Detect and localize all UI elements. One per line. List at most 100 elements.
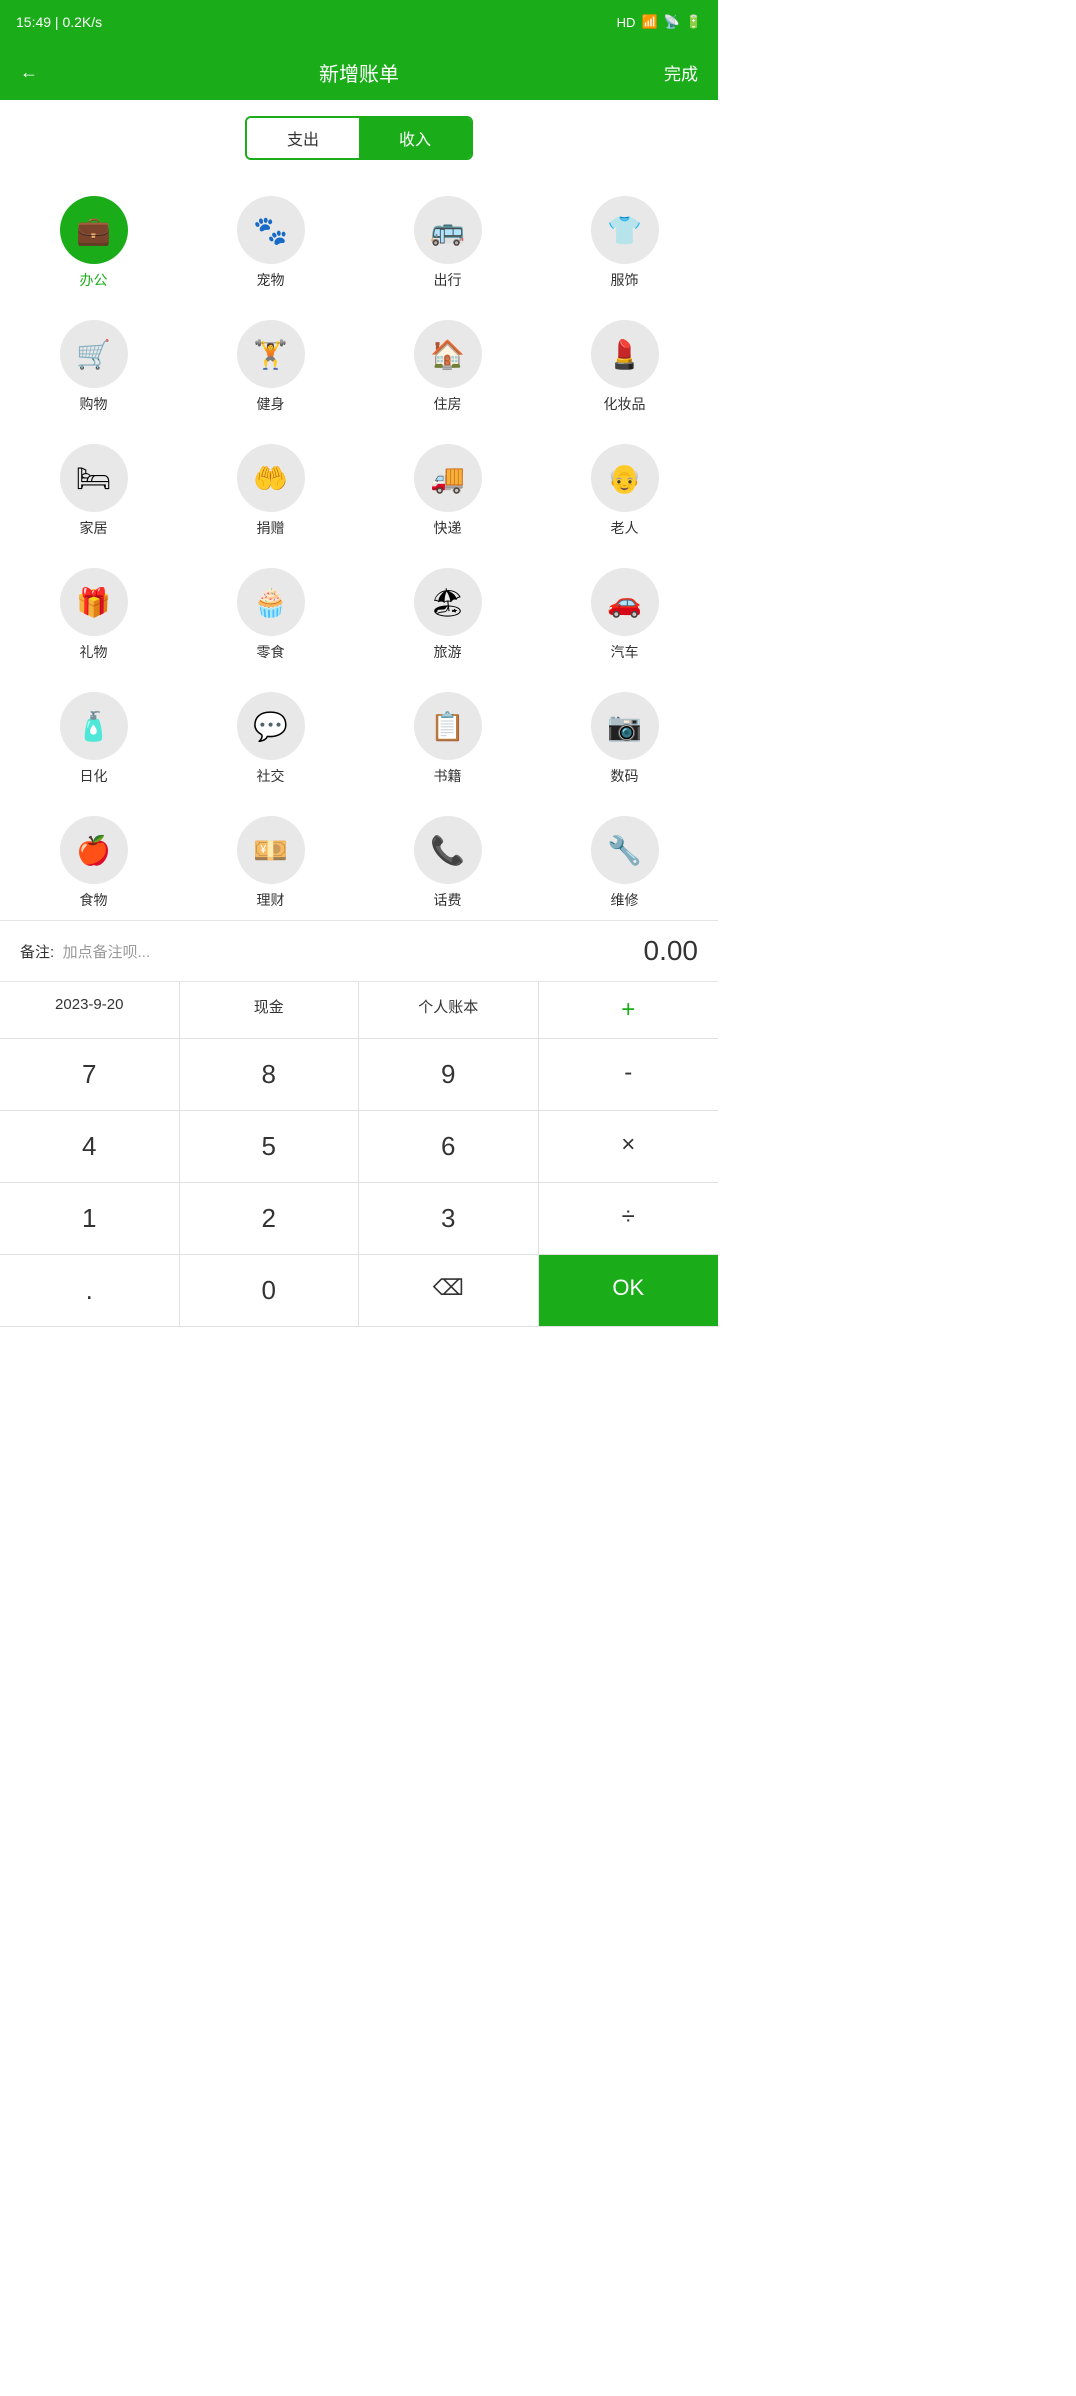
category-grid: 💼 办公 🐾 宠物 🚌 出行 👕 服饰 🛒 购物 🏋 健身 🏠 住房 💄 化妆品… — [0, 176, 718, 920]
category-icon-office: 💼 — [60, 196, 128, 264]
category-label-donation: 捐赠 — [257, 518, 285, 538]
category-icon-travel: 🚌 — [414, 196, 482, 264]
op-button-3[interactable]: - — [539, 1039, 719, 1110]
category-icon-food: 🍎 — [60, 816, 128, 884]
num-button-3[interactable]: 3 — [359, 1183, 539, 1254]
category-label-snack: 零食 — [257, 642, 285, 662]
category-item-pet[interactable]: 🐾 宠物 — [187, 186, 354, 300]
num-button-0[interactable]: 0 — [180, 1255, 360, 1326]
category-icon-pet: 🐾 — [237, 196, 305, 264]
status-icons: HD 📶 📡 🔋 — [617, 14, 702, 30]
category-item-tourism[interactable]: 🏖 旅游 — [364, 558, 531, 672]
category-item-finance[interactable]: 💴 理财 — [187, 806, 354, 910]
category-item-office[interactable]: 💼 办公 — [10, 186, 177, 300]
category-item-express[interactable]: 🚚 快递 — [364, 434, 531, 548]
category-item-elder[interactable]: 👴 老人 — [541, 434, 708, 548]
category-icon-elder: 👴 — [591, 444, 659, 512]
calculator: 2023-9-20现金个人账本+ 789-456×123÷.0⌫OK — [0, 981, 718, 1327]
category-label-digital: 数码 — [611, 766, 639, 786]
category-label-phone: 话费 — [434, 890, 462, 910]
category-icon-clothing: 👕 — [591, 196, 659, 264]
category-icon-furniture: 🛏 — [60, 444, 128, 512]
category-item-digital[interactable]: 📷 数码 — [541, 682, 708, 796]
category-item-food[interactable]: 🍎 食物 — [10, 806, 177, 910]
category-label-housing: 住房 — [434, 394, 462, 414]
category-item-repair[interactable]: 🔧 维修 — [541, 806, 708, 910]
done-button[interactable]: 完成 — [658, 60, 698, 85]
tab-expenditure[interactable]: 支出 — [247, 118, 359, 158]
ok-button[interactable]: OK — [539, 1255, 719, 1326]
category-label-elder: 老人 — [611, 518, 639, 538]
category-item-furniture[interactable]: 🛏 家居 — [10, 434, 177, 548]
category-item-car[interactable]: 🚗 汽车 — [541, 558, 708, 672]
category-label-food: 食物 — [80, 890, 108, 910]
info-row: 2023-9-20现金个人账本+ — [0, 982, 718, 1039]
category-icon-gift: 🎁 — [60, 568, 128, 636]
delete-button[interactable]: ⌫ — [359, 1255, 539, 1326]
category-icon-snack: 🧁 — [237, 568, 305, 636]
info-cell-0[interactable]: 2023-9-20 — [0, 982, 180, 1038]
num-button-8[interactable]: 8 — [180, 1039, 360, 1110]
amount-display: 0.00 — [644, 935, 699, 967]
num-button-9[interactable]: 9 — [359, 1039, 539, 1110]
category-icon-tourism: 🏖 — [414, 568, 482, 636]
category-item-travel[interactable]: 🚌 出行 — [364, 186, 531, 300]
signal-icon: 📶 — [641, 14, 657, 30]
category-icon-social: 💬 — [237, 692, 305, 760]
category-item-phone[interactable]: 📞 话费 — [364, 806, 531, 910]
hd-badge: HD — [617, 15, 636, 30]
back-button[interactable]: ← — [20, 62, 60, 83]
header: ← 新增账单 完成 — [0, 44, 718, 100]
tab-group: 支出 收入 — [245, 116, 473, 160]
category-item-fitness[interactable]: 🏋 健身 — [187, 310, 354, 424]
status-bar: 15:49 | 0.2K/s HD 📶 📡 🔋 — [0, 0, 718, 44]
category-label-express: 快递 — [434, 518, 462, 538]
calc-row-2: 123÷ — [0, 1183, 718, 1255]
category-item-clothing[interactable]: 👕 服饰 — [541, 186, 708, 300]
dot-button[interactable]: . — [0, 1255, 180, 1326]
category-icon-phone: 📞 — [414, 816, 482, 884]
info-cell-3[interactable]: + — [539, 982, 719, 1038]
calc-rows: 789-456×123÷.0⌫OK — [0, 1039, 718, 1327]
tab-income[interactable]: 收入 — [359, 118, 471, 158]
num-button-6[interactable]: 6 — [359, 1111, 539, 1182]
category-label-tourism: 旅游 — [434, 642, 462, 662]
op-button-3[interactable]: × — [539, 1111, 719, 1182]
category-item-donation[interactable]: 🤲 捐赠 — [187, 434, 354, 548]
category-item-snack[interactable]: 🧁 零食 — [187, 558, 354, 672]
status-time: 15:49 | 0.2K/s — [16, 14, 102, 30]
category-item-daily[interactable]: 🧴 日化 — [10, 682, 177, 796]
category-icon-shopping: 🛒 — [60, 320, 128, 388]
category-label-finance: 理财 — [257, 890, 285, 910]
category-icon-car: 🚗 — [591, 568, 659, 636]
category-icon-repair: 🔧 — [591, 816, 659, 884]
category-item-housing[interactable]: 🏠 住房 — [364, 310, 531, 424]
info-cell-1[interactable]: 现金 — [180, 982, 360, 1038]
category-icon-cosmetics: 💄 — [591, 320, 659, 388]
calc-row-1: 456× — [0, 1111, 718, 1183]
num-button-5[interactable]: 5 — [180, 1111, 360, 1182]
category-label-travel: 出行 — [434, 270, 462, 290]
category-icon-digital: 📷 — [591, 692, 659, 760]
num-button-7[interactable]: 7 — [0, 1039, 180, 1110]
category-icon-donation: 🤲 — [237, 444, 305, 512]
category-item-books[interactable]: 📋 书籍 — [364, 682, 531, 796]
wifi-icon: 📡 — [664, 14, 680, 30]
category-label-cosmetics: 化妆品 — [604, 394, 646, 414]
category-item-cosmetics[interactable]: 💄 化妆品 — [541, 310, 708, 424]
num-button-4[interactable]: 4 — [0, 1111, 180, 1182]
category-item-shopping[interactable]: 🛒 购物 — [10, 310, 177, 424]
num-button-1[interactable]: 1 — [0, 1183, 180, 1254]
category-label-furniture: 家居 — [80, 518, 108, 538]
info-cell-2[interactable]: 个人账本 — [359, 982, 539, 1038]
category-label-social: 社交 — [257, 766, 285, 786]
category-icon-books: 📋 — [414, 692, 482, 760]
num-button-2[interactable]: 2 — [180, 1183, 360, 1254]
category-icon-daily: 🧴 — [60, 692, 128, 760]
category-item-social[interactable]: 💬 社交 — [187, 682, 354, 796]
op-button-3[interactable]: ÷ — [539, 1183, 719, 1254]
category-label-office: 办公 — [80, 270, 108, 290]
category-item-gift[interactable]: 🎁 礼物 — [10, 558, 177, 672]
remark-bar: 备注: 加点备注呗... 0.00 — [0, 920, 718, 981]
category-label-gift: 礼物 — [80, 642, 108, 662]
